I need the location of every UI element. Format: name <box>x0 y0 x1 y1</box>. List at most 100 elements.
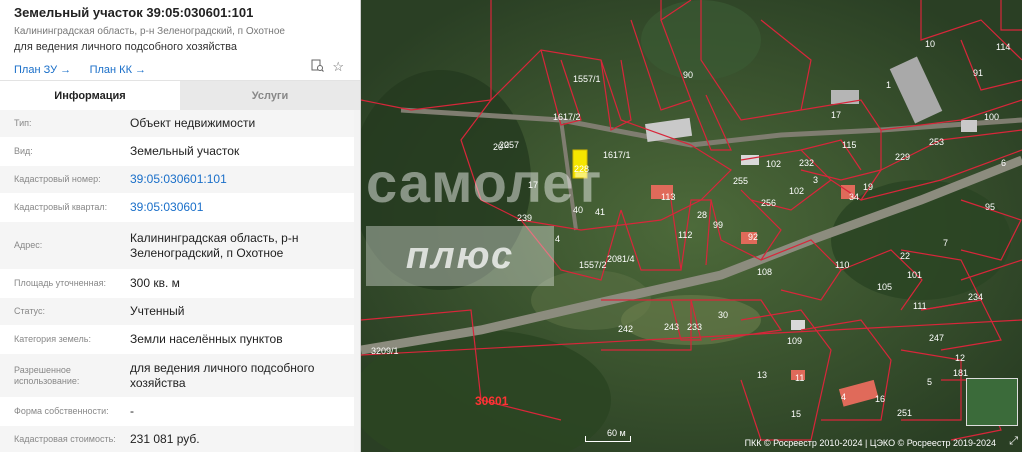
row-label: Форма собственности: <box>14 406 109 416</box>
row-value: Земли населённых пунктов <box>130 332 283 346</box>
row-label: Разрешенное использование: <box>14 364 80 386</box>
table-row: Кадастровый квартал: 39:05:030601 <box>0 194 355 222</box>
tab-services[interactable]: Услуги <box>180 81 360 110</box>
parcel-number-label[interactable]: 10 <box>925 39 935 49</box>
parcel-number-label[interactable]: 34 <box>849 192 859 202</box>
parcel-address: Калининградская область, р-н Зеленоградс… <box>14 26 285 37</box>
parcel-number-label[interactable]: 17 <box>831 110 841 120</box>
parcel-number-label[interactable]: 109 <box>787 336 802 346</box>
map-copyright: ПКК © Росреестр 2010-2024 | ЦЭКО © Росре… <box>744 438 996 448</box>
row-label: Вид: <box>14 146 33 156</box>
parcel-number-label[interactable]: 253 <box>929 137 944 147</box>
parcel-number-label[interactable]: 115 <box>842 140 856 150</box>
parcel-number-label[interactable]: 256 <box>761 198 776 208</box>
row-value: Калининградская область, р-н Зеленоградс… <box>130 230 299 260</box>
table-row: Разрешенное использование: для ведения л… <box>0 354 355 398</box>
row-value: - <box>130 404 134 418</box>
expand-icon[interactable]: ⤢ <box>1009 435 1018 448</box>
table-row: Площадь уточненная: 300 кв. м <box>0 270 355 298</box>
parcel-number-label[interactable]: 16 <box>875 394 885 404</box>
parcel-number-label[interactable]: 30 <box>718 310 728 320</box>
minimap[interactable] <box>966 378 1018 426</box>
row-label: Кадастровый номер: <box>14 174 101 184</box>
parcel-number-label[interactable]: 105 <box>877 282 892 292</box>
tab-info[interactable]: Информация <box>0 81 180 110</box>
parcel-number-label[interactable]: 22 <box>900 251 910 261</box>
parcel-number-label[interactable]: 234 <box>968 292 983 302</box>
parcel-number-label[interactable]: 114 <box>996 42 1010 52</box>
parcel-number-label[interactable]: 3 <box>813 175 818 185</box>
map-view[interactable]: 10 114 91 90 1 100 17 115 229 253 6 102 … <box>361 0 1022 452</box>
parcel-number-label[interactable]: 112 <box>678 230 692 240</box>
parcel-number-label[interactable]: 5 <box>927 377 932 387</box>
parcel-number-label[interactable]: 113 <box>661 192 675 202</box>
parcel-number-label[interactable]: 255 <box>733 176 748 186</box>
parcel-number-label[interactable]: 110 <box>835 260 849 270</box>
row-label: Кадастровая стоимость: <box>14 434 116 444</box>
table-row: Статус: Учтенный <box>0 298 355 326</box>
parcel-number-label[interactable]: 1617/1 <box>603 150 631 160</box>
parcel-number-label[interactable]: 2081/4 <box>607 254 635 264</box>
search-doc-icon[interactable] <box>311 59 325 75</box>
parcel-number-label[interactable]: 19 <box>863 182 873 192</box>
parcel-number-label[interactable]: 1 <box>886 80 891 90</box>
plan-zu-link[interactable]: План ЗУ → <box>14 64 71 76</box>
parcel-number-label[interactable]: 243 <box>664 322 679 332</box>
parcel-number-label[interactable]: 181 <box>953 368 968 378</box>
row-label: Категория земель: <box>14 334 91 344</box>
parcel-number-label[interactable]: 233 <box>687 322 702 332</box>
plan-kk-link[interactable]: План КК → <box>90 64 146 76</box>
parcel-number-label[interactable]: 13 <box>757 370 767 380</box>
cadastral-quarter-link[interactable]: 39:05:030601 <box>130 200 355 215</box>
parcel-number-label[interactable]: 1617/2 <box>553 112 581 122</box>
parcel-number-label[interactable]: 91 <box>973 68 983 78</box>
table-row: Категория земель: Земли населённых пункт… <box>0 326 355 354</box>
parcel-number-label[interactable]: 251 <box>897 408 912 418</box>
header-actions: ☆ <box>311 59 344 75</box>
star-icon[interactable]: ☆ <box>332 59 344 75</box>
parcel-number-label[interactable]: 102 <box>789 186 804 196</box>
table-row: Тип: Объект недвижимости <box>0 110 355 138</box>
parcel-number-label[interactable]: 1557/2 <box>579 260 607 270</box>
watermark-plus: плюс <box>366 226 554 286</box>
parcel-number-label[interactable]: 101 <box>907 270 922 280</box>
scrollbar[interactable] <box>354 110 360 452</box>
row-label: Кадастровый квартал: <box>14 202 108 212</box>
plan-links: План ЗУ → План КК → ☆ <box>14 59 346 76</box>
parcel-number-label[interactable]: 242 <box>618 324 633 334</box>
parcel-number-label[interactable]: 15 <box>791 409 801 419</box>
parcel-number-label[interactable]: 4 <box>841 392 846 402</box>
parcel-number-label[interactable]: 102 <box>766 159 781 169</box>
parcel-number-label[interactable]: 232 <box>799 158 814 168</box>
parcel-number-label[interactable]: 92 <box>748 232 758 242</box>
parcel-number-label[interactable]: 95 <box>985 202 995 212</box>
parcel-number-label[interactable]: 11 <box>795 373 804 383</box>
parcel-number-label[interactable]: 247 <box>929 333 944 343</box>
parcel-number-label[interactable]: 12 <box>955 353 965 363</box>
info-table: Тип: Объект недвижимости Вид: Земельный … <box>0 110 360 452</box>
table-row: Форма собственности: - <box>0 398 355 426</box>
panel-header: Земельный участок 39:05:030601:101 Калин… <box>0 0 360 80</box>
table-row: Кадастровая стоимость: 231 081 руб. <box>0 426 355 452</box>
side-parcel-label: 3209/1 <box>371 346 399 356</box>
parcel-number-label[interactable]: 28 <box>697 210 707 220</box>
row-value: Земельный участок <box>130 144 240 158</box>
row-label: Тип: <box>14 118 32 128</box>
parcel-number-label[interactable]: 111 <box>913 301 927 311</box>
parcel-number-label[interactable]: 7 <box>943 238 948 248</box>
parcel-number-label[interactable]: 4 <box>555 234 560 244</box>
parcel-number-label[interactable]: 6 <box>1001 158 1006 168</box>
parcel-number-label[interactable]: 108 <box>757 267 772 277</box>
table-row: Вид: Земельный участок <box>0 138 355 166</box>
parcel-purpose: для ведения личного подсобного хозяйства <box>14 41 237 53</box>
row-value: для ведения личного подсобного хозяйства <box>130 360 315 390</box>
parcel-number-label[interactable]: 100 <box>984 112 999 122</box>
parcel-number-label[interactable]: 1557/1 <box>573 74 601 84</box>
parcel-number-label[interactable]: 229 <box>895 152 910 162</box>
table-row: Адрес: Калининградская область, р-н Зеле… <box>0 222 355 270</box>
row-value: 300 кв. м <box>130 276 180 290</box>
parcel-number-label[interactable]: 90 <box>683 70 693 80</box>
parcel-number-label[interactable]: 99 <box>713 220 723 230</box>
cadastral-number-link[interactable]: 39:05:030601:101 <box>130 172 355 187</box>
row-label: Адрес: <box>14 240 43 250</box>
